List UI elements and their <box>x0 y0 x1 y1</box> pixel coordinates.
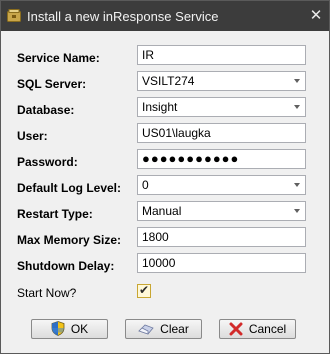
clear-button-label: Clear <box>160 322 189 336</box>
sql-server-label: SQL Server: <box>17 77 87 91</box>
clear-button[interactable]: Clear <box>125 319 202 339</box>
user-value: US01\laugka <box>142 126 211 140</box>
cancel-button[interactable]: Cancel <box>219 319 296 339</box>
sql-server-select[interactable]: VSILT274 <box>137 71 306 91</box>
max-memory-size-label: Max Memory Size: <box>17 233 122 247</box>
database-select[interactable]: Insight <box>137 97 306 117</box>
restart-type-value: Manual <box>142 204 182 218</box>
close-icon <box>229 322 243 341</box>
restart-type-select[interactable]: Manual <box>137 201 306 221</box>
shield-icon <box>51 321 65 341</box>
app-icon <box>7 9 21 22</box>
eraser-icon <box>138 322 154 341</box>
chevron-down-icon <box>294 183 300 187</box>
ok-button[interactable]: OK <box>31 319 108 339</box>
database-value: Insight <box>142 100 178 114</box>
user-input[interactable]: US01\laugka <box>137 123 306 143</box>
close-icon[interactable]: ✕ <box>307 7 325 25</box>
default-log-level-select[interactable]: 0 <box>137 175 306 195</box>
shutdown-delay-input[interactable]: 10000 <box>137 253 306 273</box>
window-title: Install a new inResponse Service <box>27 9 219 24</box>
password-label: Password: <box>17 155 78 169</box>
password-value: ●●●●●●●●●●● <box>142 151 240 166</box>
restart-type-label: Restart Type: <box>17 207 93 221</box>
title-bar[interactable]: Install a new inResponse Service ✕ <box>1 1 329 31</box>
service-name-value: IR <box>142 48 154 62</box>
password-input[interactable]: ●●●●●●●●●●● <box>137 149 306 169</box>
database-label: Database: <box>17 103 75 117</box>
sql-server-value: VSILT274 <box>142 74 195 88</box>
shutdown-delay-label: Shutdown Delay: <box>17 259 115 273</box>
max-memory-size-input[interactable]: 1800 <box>137 227 306 247</box>
ok-button-label: OK <box>70 322 89 336</box>
service-name-input[interactable]: IR <box>137 45 306 65</box>
chevron-down-icon <box>294 105 300 109</box>
checkmark-icon: ✔ <box>139 283 150 297</box>
chevron-down-icon <box>294 209 300 213</box>
user-label: User: <box>17 129 48 143</box>
cancel-button-label: Cancel <box>248 322 287 336</box>
default-log-level-label: Default Log Level: <box>17 181 122 195</box>
start-now-label: Start Now? <box>17 286 77 300</box>
shutdown-delay-value: 10000 <box>142 256 176 270</box>
max-memory-size-value: 1800 <box>142 230 169 244</box>
chevron-down-icon <box>294 79 300 83</box>
service-name-label: Service Name: <box>17 51 100 65</box>
start-now-checkbox[interactable]: ✔ <box>137 283 151 298</box>
default-log-level-value: 0 <box>142 178 149 192</box>
